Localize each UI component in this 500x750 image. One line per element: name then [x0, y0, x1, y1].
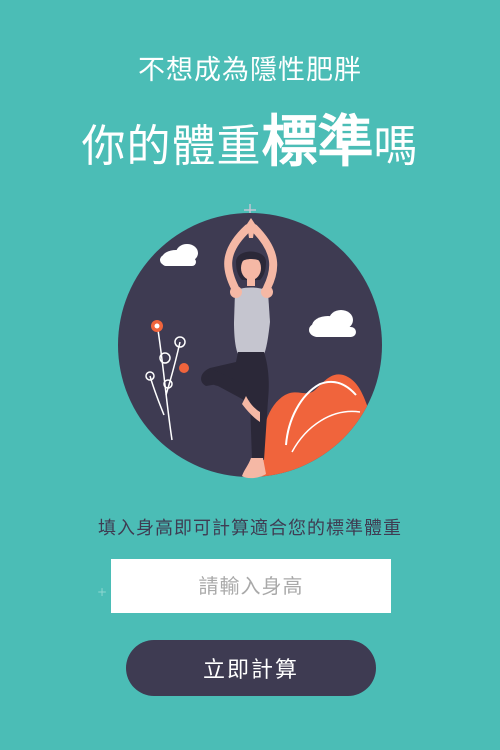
instruction-text: 填入身高即可計算適合您的標準體重 — [98, 518, 402, 539]
sparkle-icon: + — [97, 585, 108, 599]
page: 不想成為隱性肥胖 你的體重標準嗎 填入身高即可計算適合您的標準體重 + 請輸入身… — [0, 0, 500, 750]
headline: 你的體重標準嗎 — [0, 108, 500, 191]
headline-suffix: 嗎 — [373, 121, 419, 172]
height-input[interactable] — [111, 559, 391, 613]
calculate-button[interactable]: 立即計算 — [126, 640, 376, 696]
yoga-illustration — [118, 204, 382, 479]
headline-emphasis: 標準 — [261, 110, 374, 175]
headline-prefix: 你的體重 — [81, 121, 262, 172]
subtitle: 不想成為隱性肥胖 — [138, 55, 362, 86]
